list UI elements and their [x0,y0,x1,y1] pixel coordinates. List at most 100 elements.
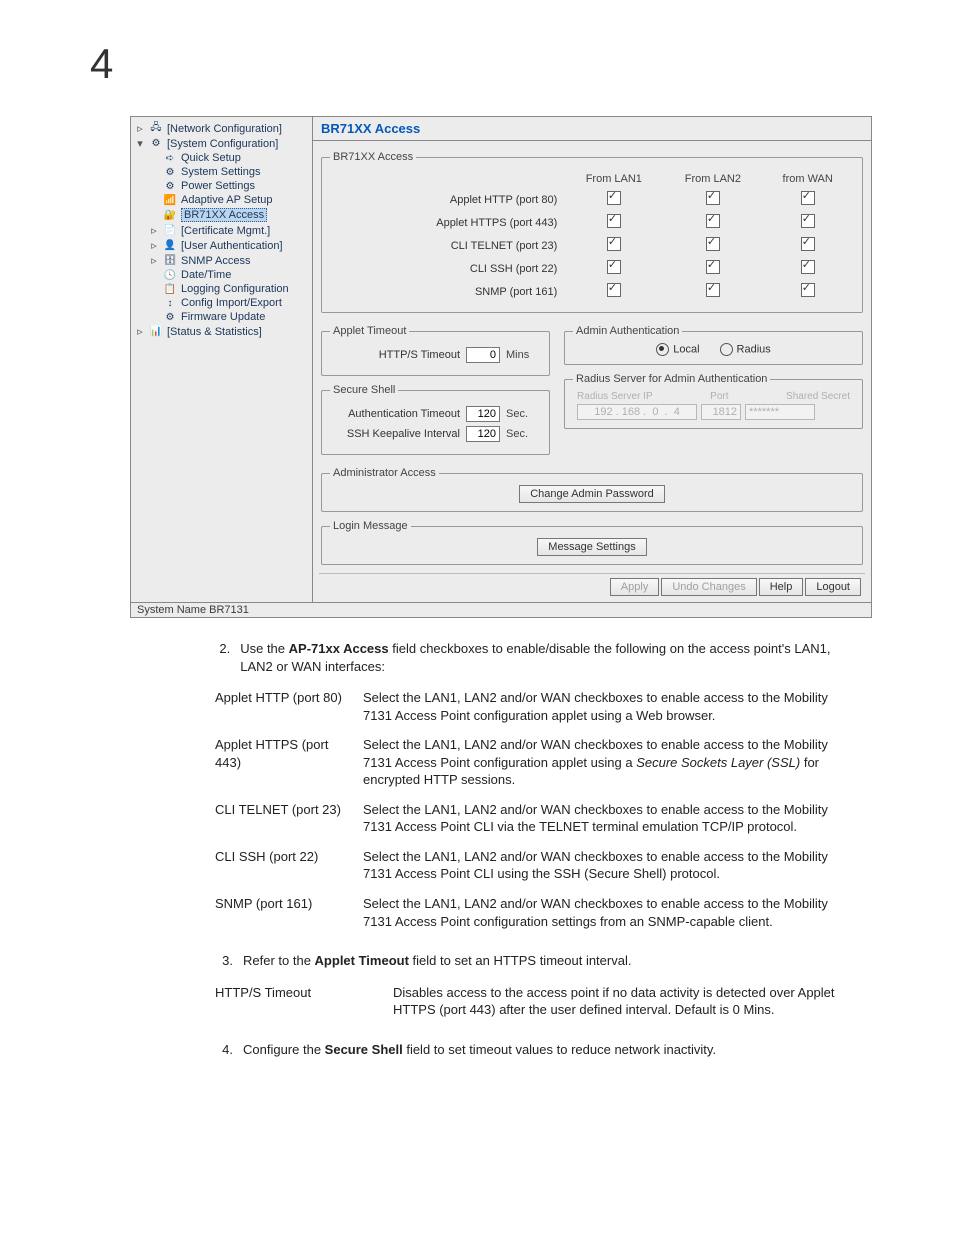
tree-system-config[interactable]: ▾ ⚙ [System Configuration] [135,136,310,151]
checkbox-https-wan[interactable] [801,214,815,228]
tree-quick-setup[interactable]: ➪ Quick Setup [135,151,310,165]
row-snmp-label: SNMP (port 161) [332,281,563,302]
footer-button-row: Apply Undo Changes Help Logout [319,573,865,600]
auth-timeout-input[interactable] [466,406,500,422]
undo-changes-button[interactable]: Undo Changes [661,578,756,596]
tree-system-settings[interactable]: ⚙ System Settings [135,165,310,179]
row-http-label: Applet HTTP (port 80) [332,189,563,210]
gear-icon: ⚙ [163,180,177,192]
tree-adaptive-ap[interactable]: 📶 Adaptive AP Setup [135,193,310,207]
chart-icon: 📊 [149,326,163,338]
expander-icon[interactable]: ▾ [135,137,145,150]
lock-icon: 🔐 [163,209,177,221]
desc-http-key: Applet HTTP (port 80) [215,683,363,730]
doc-body: 2. Use the AP-71xx Access field checkbox… [215,640,865,1058]
checkbox-snmp-wan[interactable] [801,283,815,297]
log-icon: 📋 [163,283,177,295]
fieldset-login-message: Login Message Message Settings [321,520,863,565]
desc-https-val: Select the LAN1, LAN2 and/or WAN checkbo… [363,730,865,795]
https-timeout-input[interactable] [466,347,500,363]
timeout-description-table: HTTP/S Timeout Disables access to the ac… [215,978,865,1025]
desc-ssh-val: Select the LAN1, LAN2 and/or WAN checkbo… [363,842,865,889]
checkbox-snmp-lan1[interactable] [607,283,621,297]
desc-snmp-val: Select the LAN1, LAN2 and/or WAN checkbo… [363,889,865,936]
expander-icon[interactable]: ▹ [149,224,159,237]
network-icon: 🖧 [149,123,163,135]
desc-ssh-key: CLI SSH (port 22) [215,842,363,889]
row-telnet-label: CLI TELNET (port 23) [332,235,563,256]
cert-icon: 📄 [163,225,177,237]
radio-radius[interactable]: Radius [720,343,771,356]
expander-icon[interactable]: ▹ [149,254,159,267]
radius-ip-input [577,404,697,420]
access-description-table: Applet HTTP (port 80) Select the LAN1, L… [215,683,865,936]
tree-snmp-access[interactable]: ▹ 🗄 SNMP Access [135,253,310,268]
auth-timeout-unit: Sec. [506,408,528,420]
logout-button[interactable]: Logout [805,578,861,596]
change-admin-password-button[interactable]: Change Admin Password [519,485,665,503]
gear-icon: ⚙ [163,311,177,323]
arrow-icon: ➪ [163,152,177,164]
radius-port-header: Port [710,391,728,402]
desc-https-timeout-val: Disables access to the access point if n… [393,978,865,1025]
radius-secret-input [745,404,815,420]
legend-secure-shell: Secure Shell [330,384,398,396]
tree-br71xx-access[interactable]: 🔐 BR71XX Access [135,207,310,223]
tree-firmware[interactable]: ⚙ Firmware Update [135,310,310,324]
checkbox-http-wan[interactable] [801,191,815,205]
https-timeout-unit: Mins [506,349,529,361]
checkbox-telnet-wan[interactable] [801,237,815,251]
checkbox-ssh-lan1[interactable] [607,260,621,274]
desc-snmp-key: SNMP (port 161) [215,889,363,936]
ssh-keepalive-unit: Sec. [506,428,528,440]
radio-local[interactable]: Local [656,343,699,356]
checkbox-telnet-lan2[interactable] [706,237,720,251]
checkbox-https-lan2[interactable] [706,214,720,228]
checkbox-ssh-wan[interactable] [801,260,815,274]
tree-power-settings[interactable]: ⚙ Power Settings [135,179,310,193]
step-2: 2. Use the AP-71xx Access field checkbox… [215,640,865,675]
checkbox-snmp-lan2[interactable] [706,283,720,297]
tree-date-time[interactable]: 🕓 Date/Time [135,268,310,282]
tree-logging[interactable]: 📋 Logging Configuration [135,282,310,296]
https-timeout-label: HTTP/S Timeout [330,349,460,361]
checkbox-https-lan1[interactable] [607,214,621,228]
legend-login-message: Login Message [330,520,411,532]
app-screenshot: ▹ 🖧 [Network Configuration] ▾ ⚙ [System … [130,116,872,618]
expander-icon[interactable]: ▹ [149,239,159,252]
step-4: 4. Configure the Secure Shell field to s… [215,1041,865,1059]
desc-telnet-key: CLI TELNET (port 23) [215,795,363,842]
legend-radius: Radius Server for Admin Authentication [573,373,770,385]
tree-status-stats[interactable]: ▹ 📊 [Status & Statistics] [135,324,310,339]
page-number: 4 [90,40,874,88]
radius-secret-header: Shared Secret [786,391,850,402]
ssh-keepalive-label: SSH Keepalive Interval [330,428,460,440]
checkbox-http-lan2[interactable] [706,191,720,205]
help-button[interactable]: Help [759,578,804,596]
expander-icon[interactable]: ▹ [135,325,145,338]
message-settings-button[interactable]: Message Settings [537,538,646,556]
ssh-keepalive-input[interactable] [466,426,500,442]
tree-user-auth[interactable]: ▹ 👤 [User Authentication] [135,238,310,253]
checkbox-telnet-lan1[interactable] [607,237,621,251]
legend-admin-access: Administrator Access [330,467,439,479]
legend-applet-timeout: Applet Timeout [330,325,409,337]
row-ssh-label: CLI SSH (port 22) [332,258,563,279]
clock-icon: 🕓 [163,269,177,281]
apply-button[interactable]: Apply [610,578,660,596]
expander-icon[interactable]: ▹ [135,122,145,135]
radius-ip-header: Radius Server IP [577,391,653,402]
row-https-label: Applet HTTPS (port 443) [332,212,563,233]
desc-https-timeout-key: HTTP/S Timeout [215,978,393,1025]
tree-network-config[interactable]: ▹ 🖧 [Network Configuration] [135,121,310,136]
tree-config-io[interactable]: ↕ Config Import/Export [135,296,310,310]
fieldset-applet-timeout: Applet Timeout HTTP/S Timeout Mins [321,325,550,376]
fieldset-admin-auth: Admin Authentication Local Radius [564,325,863,365]
gear-icon: ⚙ [149,138,163,150]
checkbox-ssh-lan2[interactable] [706,260,720,274]
tree-cert-mgmt[interactable]: ▹ 📄 [Certificate Mgmt.] [135,223,310,238]
status-bar: System Name BR7131 [131,602,871,617]
checkbox-http-lan1[interactable] [607,191,621,205]
auth-timeout-label: Authentication Timeout [330,408,460,420]
legend-admin-auth: Admin Authentication [573,325,682,337]
